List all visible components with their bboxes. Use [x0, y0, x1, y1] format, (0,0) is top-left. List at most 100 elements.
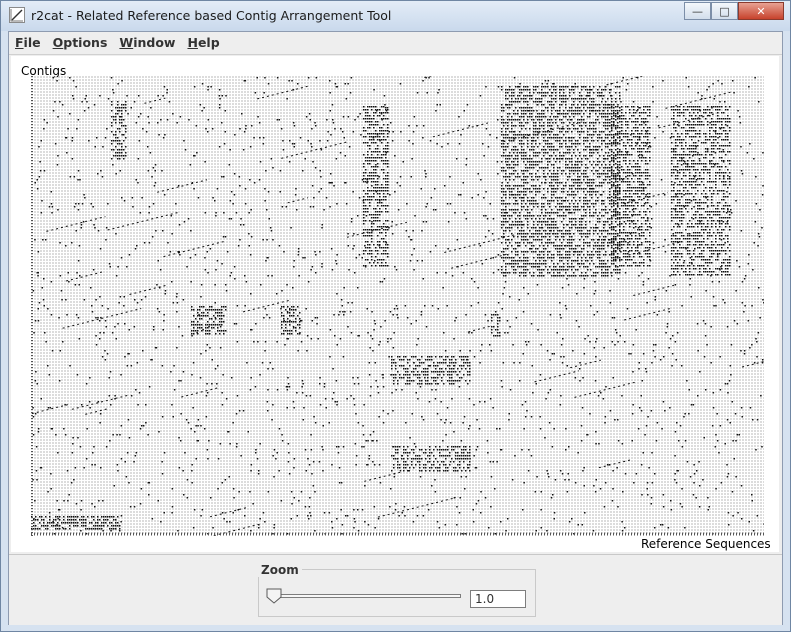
match-dot [217, 327, 219, 329]
match-dot [585, 176, 587, 178]
minimize-button[interactable]: — [684, 2, 711, 20]
match-dot [645, 196, 647, 198]
match-dot [621, 238, 623, 240]
match-dot [537, 266, 539, 268]
match-dot [565, 137, 567, 139]
match-dot [641, 142, 643, 144]
match-dot [67, 516, 69, 518]
match-dot [563, 122, 565, 124]
match-dot [567, 131, 569, 133]
match-dot [367, 118, 369, 120]
close-button[interactable]: ✕ [738, 2, 784, 20]
match-dot [407, 455, 409, 457]
match-dot [561, 200, 563, 202]
title-bar[interactable]: r2cat - Related Reference based Contig A… [1, 1, 790, 31]
match-dot [589, 254, 591, 256]
match-dot [533, 251, 535, 253]
match-dot [727, 259, 729, 261]
match-dot [601, 173, 603, 175]
match-dot [577, 209, 579, 211]
dot-plot-canvas[interactable] [31, 76, 764, 536]
match-dot [699, 184, 701, 186]
match-dot [641, 148, 643, 150]
match-dot [393, 374, 395, 376]
match-dot [695, 109, 697, 111]
match-dot [619, 214, 621, 216]
match-dot [207, 327, 209, 329]
match-dot [599, 212, 601, 214]
match-dot [559, 203, 561, 205]
match-dot [555, 239, 557, 241]
match-dot [685, 124, 687, 126]
match-dot [547, 212, 549, 214]
dot-plot-panel[interactable]: Contigs Reference Sequences [11, 56, 779, 552]
match-dot [639, 145, 641, 147]
match-dot [715, 127, 717, 129]
match-dot [671, 184, 673, 186]
match-dot [609, 107, 611, 109]
match-dot [603, 155, 605, 157]
match-dot [505, 275, 507, 277]
match-dot [601, 140, 603, 142]
match-dot [727, 121, 729, 123]
match-dot [115, 116, 117, 118]
match-dot [607, 218, 609, 220]
match-dot [523, 272, 525, 274]
maximize-button[interactable]: □ [711, 2, 738, 20]
match-dot [589, 152, 591, 154]
match-dot [711, 244, 713, 246]
match-dot [383, 250, 385, 252]
match-dot [563, 134, 565, 136]
match-dot [637, 205, 639, 207]
match-dot [619, 151, 621, 153]
match-dot [539, 92, 541, 94]
match-dot [533, 86, 535, 88]
match-dot [615, 139, 617, 141]
match-dot [729, 193, 731, 195]
match-dot [619, 110, 621, 112]
match-dot [509, 227, 511, 229]
match-dot [603, 263, 605, 265]
match-dot [523, 182, 525, 184]
match-dot [507, 221, 509, 223]
match-dot [123, 104, 125, 106]
menu-file[interactable]: File [9, 32, 47, 54]
match-dot [709, 187, 711, 189]
match-dot [723, 130, 725, 132]
match-dot [605, 152, 607, 154]
match-dot [641, 124, 643, 126]
menu-window[interactable]: Window [113, 32, 181, 54]
match-dot [599, 260, 601, 262]
match-dot [621, 133, 623, 135]
match-dot [387, 172, 389, 174]
match-dot [571, 224, 573, 226]
match-dot [581, 116, 583, 118]
match-dot [385, 190, 387, 192]
match-dot [687, 106, 689, 108]
match-dot [515, 203, 517, 205]
match-dot [551, 119, 553, 121]
match-dot [611, 130, 613, 132]
match-dot [727, 268, 729, 270]
match-dot [533, 236, 535, 238]
menu-options[interactable]: Options [47, 32, 114, 54]
match-dot [571, 119, 573, 121]
match-dot [683, 190, 685, 192]
match-dot [579, 221, 581, 223]
match-dot [645, 121, 647, 123]
match-dot [559, 92, 561, 94]
menu-help[interactable]: Help [181, 32, 225, 54]
match-dot [425, 371, 427, 373]
match-dot [637, 202, 639, 204]
match-dot [641, 121, 643, 123]
match-dot [613, 202, 615, 204]
match-dot [621, 166, 623, 168]
match-dot [607, 233, 609, 235]
match-dot [695, 187, 697, 189]
match-dot [121, 149, 123, 151]
match-dot [579, 227, 581, 229]
match-dot [395, 446, 397, 448]
match-dot [503, 152, 505, 154]
match-dot [531, 215, 533, 217]
match-dot [685, 193, 687, 195]
